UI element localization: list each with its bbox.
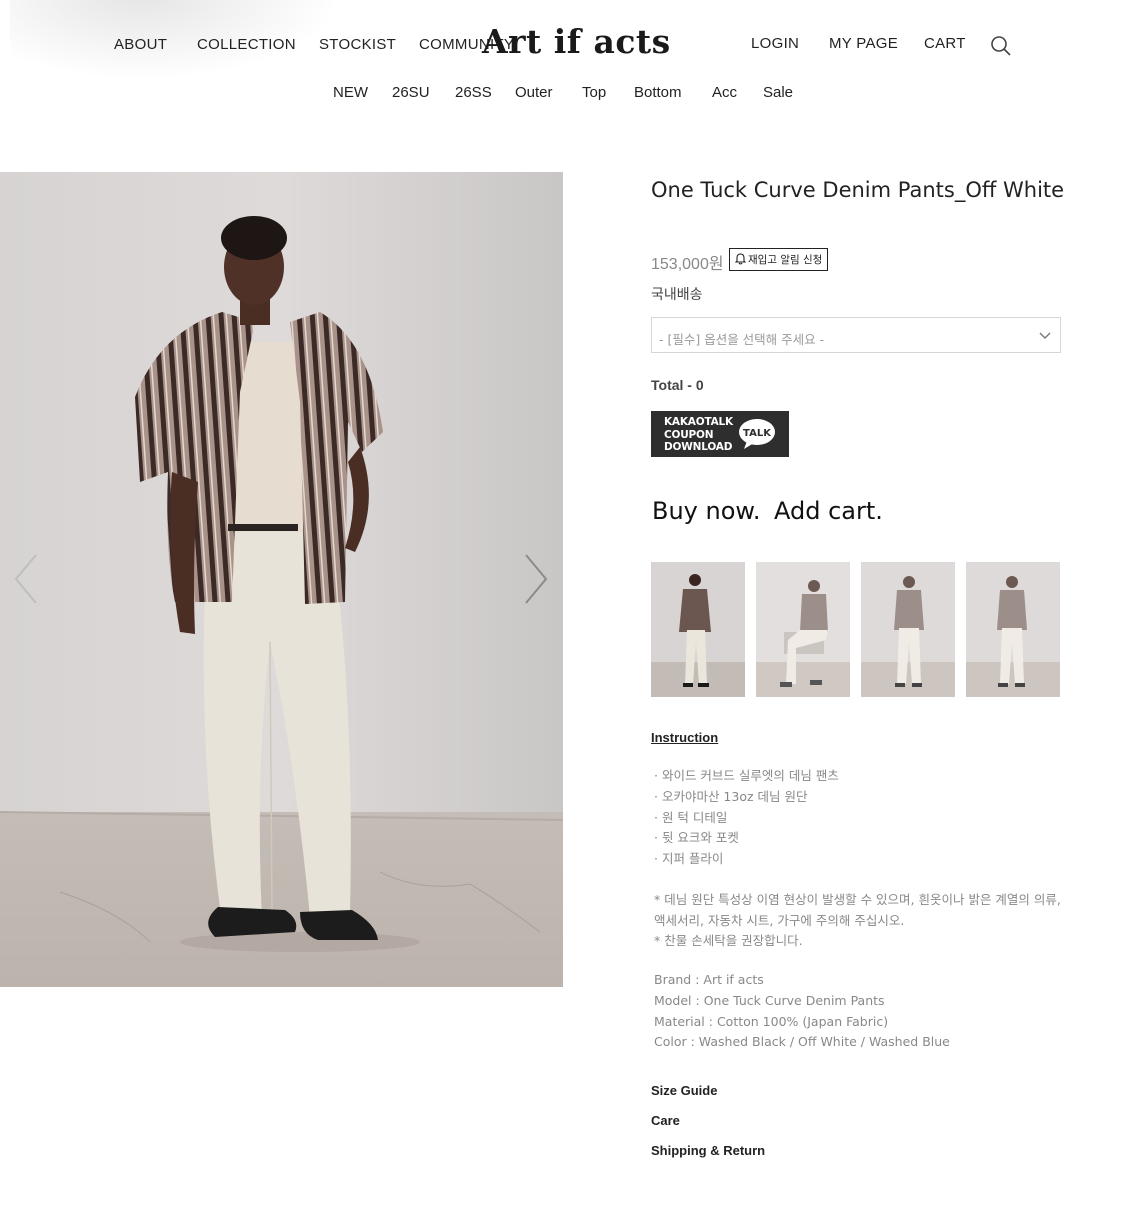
- restock-alert-button[interactable]: 재입고 알림 신청: [729, 248, 829, 271]
- category-26su[interactable]: 26SU: [392, 84, 430, 101]
- restock-alert-label: 재입고 알림 신청: [748, 254, 823, 266]
- product-main-image[interactable]: [0, 172, 563, 987]
- category-26ss[interactable]: 26SS: [455, 84, 492, 101]
- option-select[interactable]: - [필수] 옵션을 선택해 주세요 -: [651, 317, 1061, 353]
- product-price: 153,000원: [651, 256, 724, 273]
- care-note: 액세서리, 자동차 시트, 가구에 주의해 주십시오.: [654, 913, 905, 928]
- category-sale[interactable]: Sale: [763, 84, 793, 101]
- kakao-line-2: COUPON: [664, 428, 714, 441]
- product-title: One Tuck Curve Denim Pants_Off White: [651, 178, 1065, 202]
- kakao-line-3: DOWNLOAD: [664, 441, 733, 453]
- instruction-tab[interactable]: Instruction: [651, 730, 718, 745]
- shipping-return-link[interactable]: Shipping & Return: [651, 1143, 765, 1158]
- talk-bubble-icon: TALK: [739, 419, 775, 449]
- next-image-arrow[interactable]: [514, 549, 554, 609]
- care-note: * 데님 원단 특성상 이염 현상이 발생할 수 있으며, 흰옷이나 밝은 계열…: [654, 892, 1061, 907]
- total-price: Total - 0: [651, 377, 704, 393]
- category-outer[interactable]: Outer: [515, 84, 553, 101]
- nav-about[interactable]: ABOUT: [114, 36, 167, 53]
- site-logo[interactable]: Art if acts: [482, 22, 671, 61]
- thumbnail-2[interactable]: [756, 562, 850, 697]
- kakao-line-1: KAKAOTALK: [664, 416, 733, 428]
- spec-brand: Brand : Art if acts: [654, 972, 764, 987]
- feature-line: · 와이드 커브드 실루엣의 데님 팬츠: [654, 768, 839, 783]
- buy-now-button[interactable]: Buy now.: [652, 497, 760, 525]
- shipping-type: 국내배송: [651, 287, 703, 303]
- nav-my-page[interactable]: MY PAGE: [829, 35, 898, 52]
- search-icon[interactable]: [990, 35, 1012, 57]
- feature-line: · 오카야마산 13oz 데님 원단: [654, 789, 808, 804]
- option-select-value: - [필수] 옵션을 선택해 주세요 -: [659, 332, 825, 347]
- category-bottom[interactable]: Bottom: [634, 84, 682, 101]
- thumbnail-4[interactable]: [966, 562, 1060, 697]
- kakao-coupon-banner[interactable]: KAKAOTALK COUPON DOWNLOAD TALK: [651, 411, 789, 457]
- feature-line: · 원 턱 디테일: [654, 810, 728, 825]
- category-new[interactable]: NEW: [333, 84, 368, 101]
- spec-color: Color : Washed Black / Off White / Washe…: [654, 1034, 950, 1049]
- chevron-down-icon: [1039, 332, 1051, 339]
- nav-collection[interactable]: COLLECTION: [197, 36, 296, 53]
- prev-image-arrow[interactable]: [8, 549, 48, 609]
- nav-login[interactable]: LOGIN: [751, 35, 799, 52]
- care-link[interactable]: Care: [651, 1113, 680, 1128]
- model-photo: [0, 172, 563, 987]
- category-top[interactable]: Top: [582, 84, 606, 101]
- feature-line: · 뒷 요크와 포켓: [654, 830, 739, 845]
- thumbnail-1[interactable]: [651, 562, 745, 697]
- size-guide-link[interactable]: Size Guide: [651, 1083, 717, 1098]
- nav-stockist[interactable]: STOCKIST: [319, 36, 396, 53]
- care-note: * 찬물 손세탁을 권장합니다.: [654, 933, 803, 948]
- add-cart-button[interactable]: Add cart.: [774, 497, 883, 525]
- spec-material: Material : Cotton 100% (Japan Fabric): [654, 1014, 889, 1029]
- nav-cart[interactable]: CART: [924, 35, 966, 52]
- talk-label: TALK: [743, 428, 772, 439]
- thumbnail-3[interactable]: [861, 562, 955, 697]
- feature-line: · 지퍼 플라이: [654, 851, 724, 866]
- category-acc[interactable]: Acc: [712, 84, 737, 101]
- spec-model: Model : One Tuck Curve Denim Pants: [654, 993, 885, 1008]
- kakao-coupon-text: KAKAOTALK COUPON DOWNLOAD: [664, 416, 733, 454]
- category-nav: NEW 26SU 26SS Outer Top Bottom Acc Sale: [0, 84, 1125, 104]
- bell-icon: [735, 253, 746, 265]
